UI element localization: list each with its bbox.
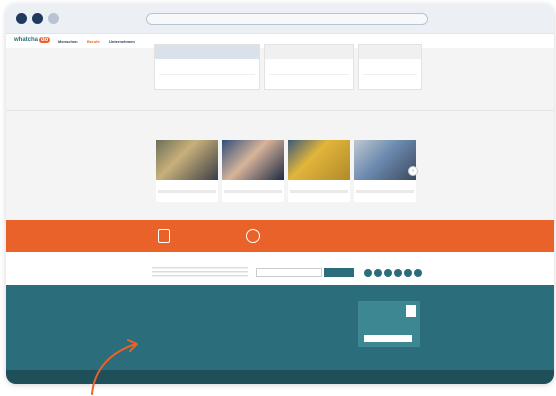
window-maximize-dot[interactable] (48, 13, 59, 24)
job-card[interactable] (264, 44, 354, 90)
profession-photo (156, 140, 218, 180)
arrow-icon (91, 339, 138, 395)
window-minimize-dot[interactable] (32, 13, 43, 24)
nav-menschen[interactable]: Menschen (58, 39, 78, 44)
xing-icon[interactable] (404, 269, 412, 277)
play-icon (246, 229, 260, 243)
document-icon (406, 305, 416, 317)
footer-promo-button[interactable] (364, 335, 412, 342)
twitter-icon[interactable] (374, 269, 382, 277)
newsletter-email-input[interactable] (256, 268, 322, 277)
site-logo[interactable]: whatcha do (14, 37, 51, 43)
stats-banner (6, 220, 554, 252)
job-card[interactable] (358, 44, 422, 90)
job-card-image (155, 45, 259, 59)
youtube-icon[interactable] (414, 269, 422, 277)
newsletter-submit-button[interactable] (324, 268, 354, 277)
instagram-icon[interactable] (384, 269, 392, 277)
people-icon (336, 229, 348, 243)
section-title (156, 130, 159, 135)
profession-card[interactable] (222, 140, 284, 202)
profession-photo (222, 140, 284, 180)
nav-unternehmen[interactable]: Unternehmen (109, 39, 135, 44)
footer-promo (358, 301, 420, 347)
profession-card[interactable] (288, 140, 350, 202)
chevron-right-icon[interactable]: › (408, 166, 418, 176)
nav-berufe[interactable]: Berufe (87, 39, 100, 44)
profession-photo (354, 140, 416, 180)
profession-card[interactable] (354, 140, 416, 202)
window-close-dot[interactable] (16, 13, 27, 24)
job-card-image (359, 45, 421, 59)
job-card[interactable] (154, 44, 260, 90)
job-card-image (265, 45, 353, 59)
browser-window: whatcha do Menschen Berufe Unternehmen › (6, 4, 554, 384)
browser-toolbar (6, 4, 554, 34)
newsletter-section (6, 252, 554, 285)
clipboard-icon (158, 229, 170, 243)
facebook-icon[interactable] (364, 269, 372, 277)
profession-card[interactable] (156, 140, 218, 202)
profession-photo (288, 140, 350, 180)
linkedin-icon[interactable] (394, 269, 402, 277)
address-bar[interactable] (146, 13, 428, 25)
